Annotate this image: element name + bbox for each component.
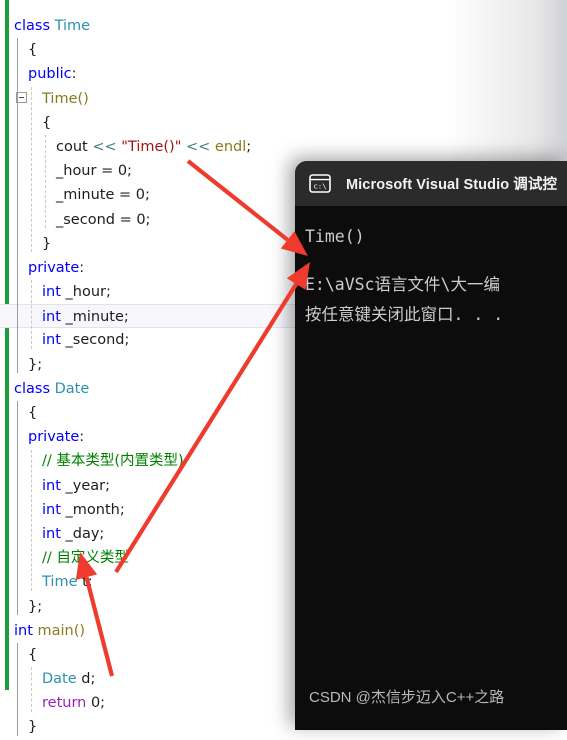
code-token: Date [42,671,77,688]
code-line[interactable]: public: [0,62,300,86]
code-text-area[interactable]: class Time{public: Time(){cout << "Time()… [0,0,300,740]
code-token: "Time()" [121,138,182,155]
code-token: _second; [60,332,130,349]
code-line[interactable]: }; [0,595,300,619]
code-token: int [42,309,61,326]
code-line[interactable]: return 0; [0,691,300,715]
code-token: endl [214,138,247,155]
code-line[interactable]: int main() [0,619,300,643]
code-line[interactable]: Time() [0,87,300,111]
indent-guide [17,401,18,615]
indent-guide [31,280,32,349]
code-token: Time [42,574,78,591]
code-token: _hour; [60,284,111,301]
code-line[interactable]: { [0,643,300,667]
code-token: class [14,380,55,397]
code-token: // 基本类型(内置类型) [42,453,184,470]
code-token: private [28,429,80,446]
console-output-line: 按任意键关闭此窗口. . . [305,305,504,324]
csdn-watermark: CSDN @杰信步迈入C++之路 [309,689,505,706]
console-output-line: E:\aVSc语言文件\大一编 [305,275,500,294]
code-token: Time() [42,90,89,107]
code-token: _minute; [60,309,129,326]
code-line[interactable]: { [0,401,300,425]
code-line[interactable]: { [0,111,300,135]
code-token: { [28,646,38,663]
code-line[interactable]: int _month; [0,498,300,522]
console-cmd-icon: c:\ [309,174,331,193]
code-token: Time [54,18,91,34]
code-token: int [42,501,61,518]
code-token: main() [37,622,86,639]
code-token: : [71,66,77,83]
code-token: ; [246,138,252,155]
console-title-bar[interactable]: c:\ Microsoft Visual Studio 调试控 [295,161,567,206]
code-token: _year; [60,477,111,494]
code-token: : [79,259,85,276]
code-line[interactable]: class Date [0,377,300,401]
code-token: int [42,332,61,349]
indent-guide [17,643,18,736]
code-token: class [14,18,55,34]
code-token: _day; [60,525,105,542]
code-token: Date [54,380,90,397]
code-line[interactable]: Date d; [0,667,300,691]
code-token: 0; [86,695,106,712]
code-token: _minute = 0; [56,187,150,204]
code-token: _second = 0; [56,211,151,228]
code-token: { [42,114,52,131]
code-token: { [28,405,38,421]
code-token: : [79,429,85,446]
code-token: _month; [60,501,125,518]
indent-guide [31,667,32,712]
code-line[interactable]: int _hour; [0,280,300,304]
indent-guide [31,86,32,252]
code-line[interactable]: // 自定义类型 [0,546,300,570]
code-token: // 自定义类型 [42,550,129,567]
code-line[interactable]: int _second; [0,328,300,352]
code-token: private [28,259,80,276]
code-token: int [42,477,61,494]
indent-guide [45,135,46,228]
code-token: } [42,235,52,252]
code-token: d; [76,671,96,688]
console-output-area: Time() E:\aVSc语言文件\大一编 按任意键关闭此窗口. . . [295,206,567,330]
code-line[interactable]: // 基本类型(内置类型) [0,449,300,473]
code-token: public [28,66,72,83]
code-line[interactable]: class Time [0,14,300,38]
code-token: _hour = 0; [56,163,132,180]
code-line[interactable]: int _minute; [0,304,300,329]
code-token: t; [77,574,93,591]
code-token: int [42,284,61,301]
code-line[interactable]: Time t; [0,570,300,594]
code-line[interactable]: int _day; [0,522,300,546]
code-token: } [28,719,38,736]
code-line[interactable]: } [0,715,300,739]
code-token: << [181,138,215,155]
indent-guide [31,449,32,591]
console-title-text: Microsoft Visual Studio 调试控 [346,177,558,193]
code-line[interactable]: } [0,232,300,256]
svg-text:c:\: c:\ [313,182,326,191]
code-line[interactable]: { [0,38,300,62]
code-line[interactable]: int _year; [0,474,300,498]
indent-guide [17,38,18,373]
code-token: cout [56,138,93,155]
code-line[interactable]: private: [0,425,300,449]
code-token: }; [28,598,43,615]
code-token: return [42,695,87,712]
code-token: int [42,525,61,542]
console-output-line: Time() [305,227,365,246]
code-token: { [28,42,38,59]
code-token: }; [28,356,43,373]
code-token: int [14,622,33,639]
debug-console-window[interactable]: c:\ Microsoft Visual Studio 调试控 Time() E:… [295,161,567,730]
code-line[interactable]: private: [0,256,300,280]
code-token: << [92,138,122,155]
code-line[interactable]: }; [0,353,300,377]
